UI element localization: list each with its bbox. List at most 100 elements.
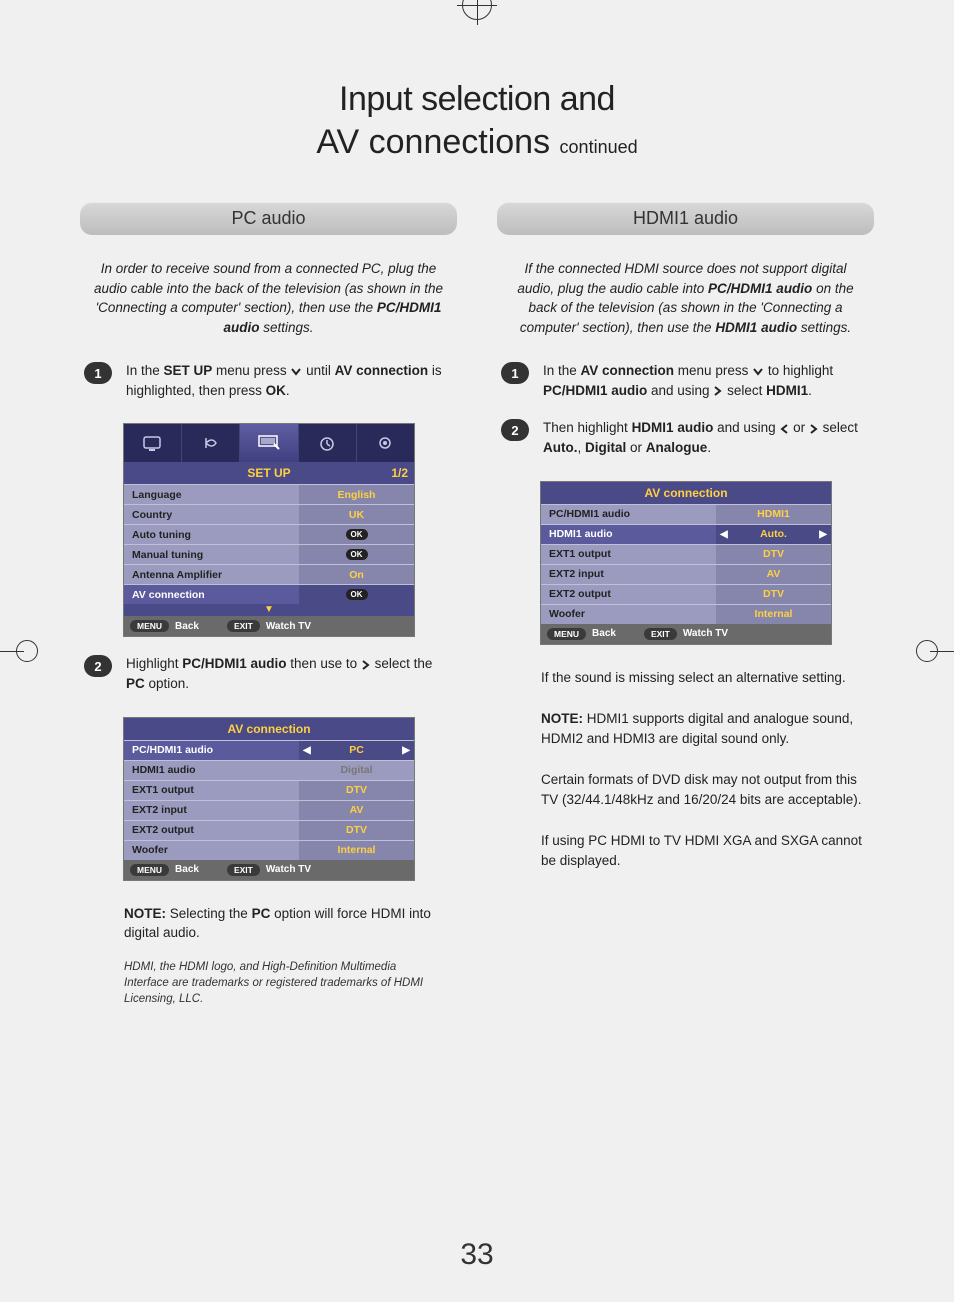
section-heading-pc-audio: PC audio (80, 202, 457, 235)
osd-row-label: EXT2 input (541, 568, 716, 580)
page-title: Input selection and (80, 80, 874, 119)
osd-footer: MENU Back EXIT Watch TV (541, 624, 831, 644)
osd-row-value: OK (299, 585, 414, 604)
osd-title-bar: SET UP 1/2 (124, 462, 414, 484)
page-number: 33 (460, 1238, 493, 1272)
column-right: HDMI1 audio If the connected HDMI source… (497, 202, 874, 1018)
osd-row-value: Digital (299, 761, 414, 780)
timer-tab-icon (299, 424, 357, 462)
chevron-right-icon (809, 424, 819, 434)
osd-tab-bar (124, 424, 414, 462)
osd-row: EXT2 inputAV (541, 564, 831, 584)
osd-row: EXT2 outputDTV (541, 584, 831, 604)
osd-setup-menu: SET UP 1/2 LanguageEnglishCountryUKAuto … (124, 424, 414, 636)
subtitle-continued: continued (560, 137, 638, 157)
picture-tab-icon (124, 424, 182, 462)
osd-row: EXT2 inputAV (124, 800, 414, 820)
osd-row-label: Country (124, 509, 299, 521)
ok-icon: OK (346, 529, 368, 540)
osd-row-value: Internal (716, 605, 831, 624)
section-heading-hdmi1-audio: HDMI1 audio (497, 202, 874, 235)
osd-row-label: Auto tuning (124, 529, 299, 541)
step-text: Highlight PC/HDMI1 audio then use to sel… (126, 654, 453, 693)
osd-row-label: PC/HDMI1 audio (541, 508, 716, 520)
osd-row-label: Manual tuning (124, 549, 299, 561)
chevron-left-icon (779, 424, 789, 434)
step-text: In the AV connection menu press to highl… (543, 361, 870, 400)
chevron-down-icon (752, 367, 764, 377)
sound-tab-icon (182, 424, 240, 462)
osd-row-value: DTV (299, 781, 414, 800)
osd-row: HDMI1 audioAuto.◀▶ (541, 524, 831, 544)
osd-row-value: OK (299, 525, 414, 544)
preferences-tab-icon (357, 424, 414, 462)
osd-row: HDMI1 audioDigital (124, 760, 414, 780)
note-text: NOTE: Selecting the PC option will force… (124, 904, 457, 943)
osd-row-value: On (299, 565, 414, 584)
osd-row: PC/HDMI1 audioPC◀▶ (124, 740, 414, 760)
osd-row-label: EXT2 output (541, 588, 716, 600)
back-label: Back (175, 864, 199, 875)
osd-row: LanguageEnglish (124, 484, 414, 504)
trademark-text: HDMI, the HDMI logo, and High-Definition… (80, 959, 424, 1007)
exit-pill: EXIT (644, 628, 677, 640)
osd-row: CountryUK (124, 504, 414, 524)
chevron-right-icon (361, 660, 371, 670)
chevron-down-icon: ▼ (124, 604, 414, 616)
ok-icon: OK (346, 549, 368, 560)
step-number-badge: 1 (84, 362, 112, 384)
back-label: Back (592, 628, 616, 639)
osd-footer: MENU Back EXIT Watch TV (124, 616, 414, 636)
step-number-badge: 1 (501, 362, 529, 384)
intro-text: If the connected HDMI source does not su… (505, 259, 866, 337)
note-text: If the sound is missing select an altern… (541, 668, 874, 688)
step-text: Then highlight HDMI1 audio and using or … (543, 418, 870, 457)
osd-row-label: Woofer (124, 844, 299, 856)
watch-tv-label: Watch TV (266, 864, 311, 875)
osd-row-label: EXT1 output (541, 548, 716, 560)
watch-tv-label: Watch TV (683, 628, 728, 639)
osd-row-value: DTV (299, 821, 414, 840)
step-text: In the SET UP menu press until AV connec… (126, 361, 453, 400)
osd-footer: MENU Back EXIT Watch TV (124, 860, 414, 880)
intro-text: In order to receive sound from a connect… (88, 259, 449, 337)
note-text: If using PC HDMI to TV HDMI XGA and SXGA… (541, 831, 874, 870)
osd-row-value: UK (299, 505, 414, 524)
osd-row-label: Antenna Amplifier (124, 569, 299, 581)
note-text: NOTE: HDMI1 supports digital and analogu… (541, 709, 874, 748)
osd-title-bar: AV connection (124, 718, 414, 740)
title-line: Input selection and (339, 80, 615, 118)
osd-row: Manual tuning OK (124, 544, 414, 564)
osd-row-label: EXT2 input (124, 804, 299, 816)
osd-row-value: English (299, 485, 414, 504)
osd-row: Antenna AmplifierOn (124, 564, 414, 584)
back-label: Back (175, 621, 199, 632)
osd-row-label: HDMI1 audio (541, 528, 716, 540)
chevron-down-icon (290, 367, 302, 377)
exit-pill: EXIT (227, 864, 260, 876)
chevron-right-icon (713, 386, 723, 396)
watch-tv-label: Watch TV (266, 621, 311, 632)
exit-pill: EXIT (227, 620, 260, 632)
step-number-badge: 2 (501, 419, 529, 441)
menu-pill: MENU (547, 628, 586, 640)
osd-row-label: Language (124, 489, 299, 501)
menu-pill: MENU (130, 864, 169, 876)
chevron-right-icon: ▶ (402, 745, 410, 756)
step-1: 1 In the SET UP menu press until AV conn… (80, 361, 457, 400)
osd-row-value: Internal (299, 841, 414, 860)
chevron-left-icon: ◀ (303, 745, 311, 756)
osd-title-bar: AV connection (541, 482, 831, 504)
page-subtitle: AV connections continued (80, 123, 874, 162)
osd-row-label: EXT2 output (124, 824, 299, 836)
osd-page-indicator: 1/2 (391, 466, 408, 480)
osd-row: WooferInternal (541, 604, 831, 624)
step-2: 2 Highlight PC/HDMI1 audio then use to s… (80, 654, 457, 693)
osd-row-label: Woofer (541, 608, 716, 620)
step-1: 1 In the AV connection menu press to hig… (497, 361, 874, 400)
step-2: 2 Then highlight HDMI1 audio and using o… (497, 418, 874, 457)
osd-row: EXT1 outputDTV (124, 780, 414, 800)
osd-row-label: PC/HDMI1 audio (124, 744, 299, 756)
osd-row-label: EXT1 output (124, 784, 299, 796)
osd-row: WooferInternal (124, 840, 414, 860)
